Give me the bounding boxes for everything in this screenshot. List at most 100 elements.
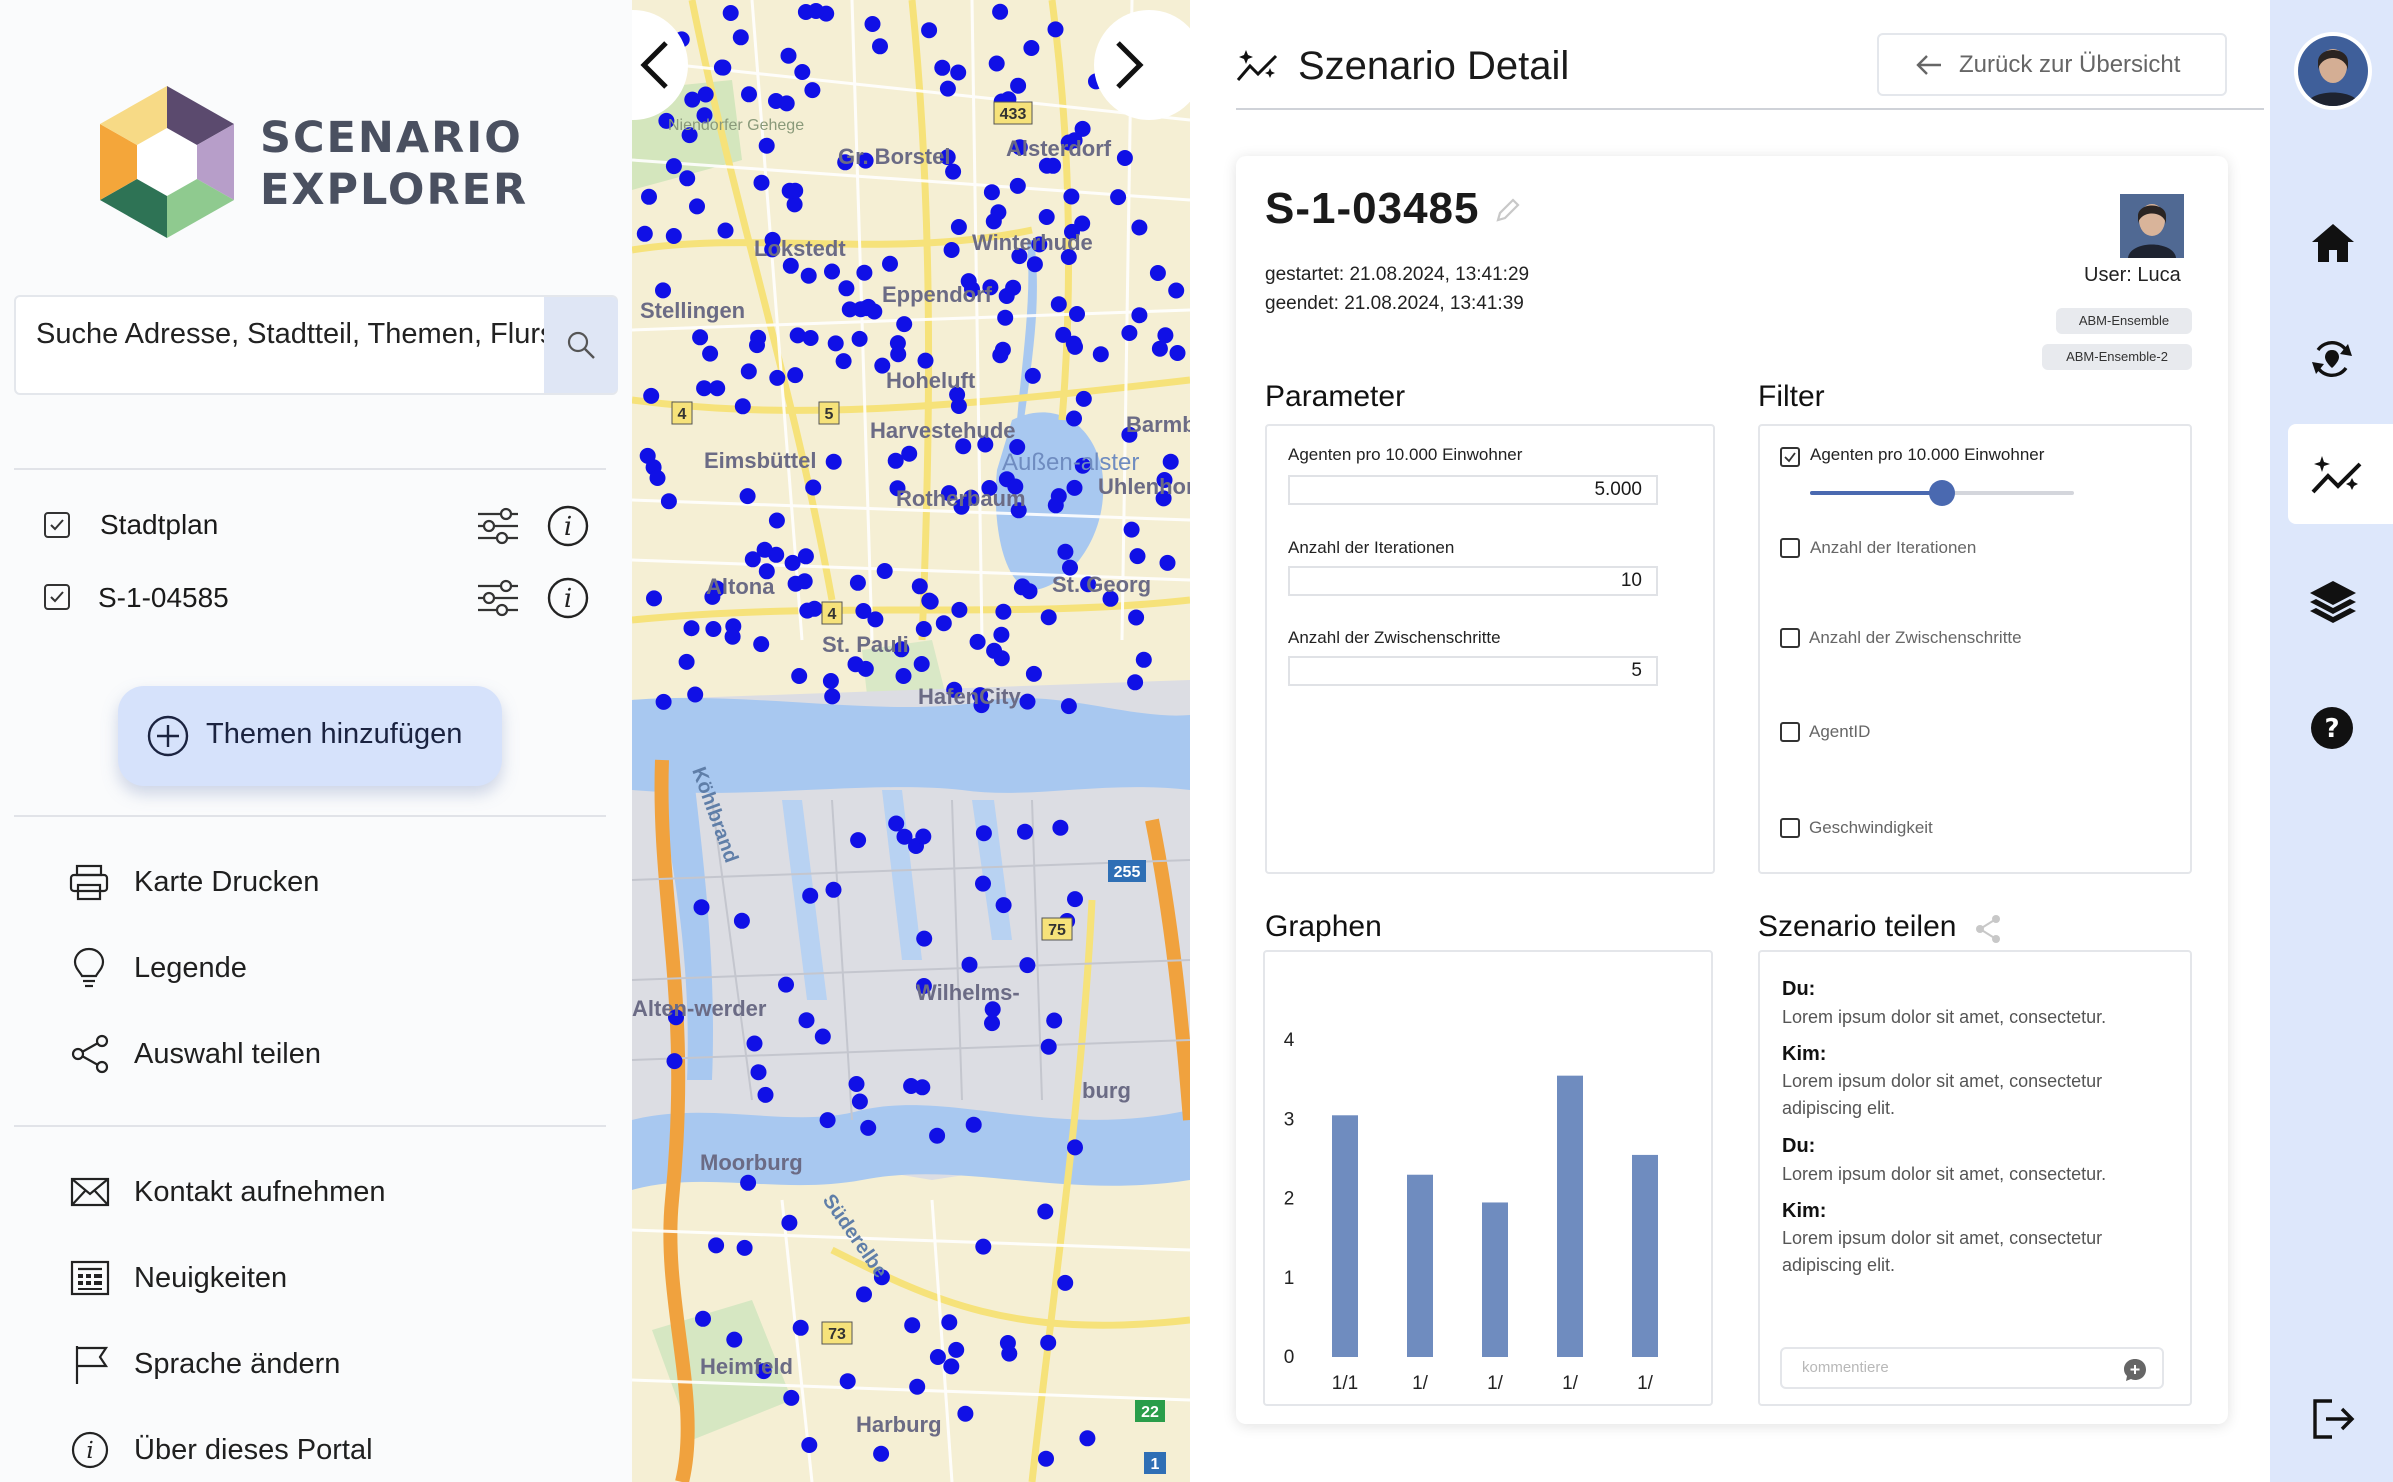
edit-pencil-icon[interactable]: [1494, 196, 1522, 224]
menu-item-share[interactable]: Auswahl teilen: [68, 1032, 588, 1080]
map-agent-point: [835, 353, 852, 370]
map-agent-point: [722, 5, 739, 21]
scenario-cycle-icon[interactable]: [2310, 336, 2354, 382]
filter-checkbox-speed[interactable]: [1780, 818, 1800, 838]
filter-label: AgentID: [1809, 722, 1871, 741]
map-view[interactable]: 433 4 5 4 75 255 73 22 1 Gr. Borstel Als…: [632, 0, 1190, 1482]
envelope-icon: [70, 1177, 110, 1207]
map-agent-point: [1067, 338, 1083, 355]
menu-item-news[interactable]: Neuigkeiten: [68, 1256, 588, 1304]
map-agent-point: [1060, 698, 1077, 715]
chevron-left-icon: [640, 41, 668, 89]
menu-item-about[interactable]: i Über dieses Portal: [68, 1428, 588, 1476]
menu-item-print[interactable]: Karte Drucken: [68, 860, 588, 908]
menu-item-label: Neuigkeiten: [134, 1262, 288, 1294]
map-agent-point: [1129, 548, 1146, 565]
add-topics-button[interactable]: Themen hinzufügen: [118, 686, 502, 786]
map-agent-point: [1025, 665, 1042, 682]
layers-icon[interactable]: [2308, 578, 2358, 628]
map-agent-point: [890, 346, 907, 363]
map-agent-point: [951, 601, 968, 618]
map-label: Niendorfer Gehege: [668, 117, 804, 134]
layer-checkbox[interactable]: [44, 584, 70, 610]
map-agent-point: [641, 188, 657, 205]
logout-icon[interactable]: [2312, 1398, 2356, 1440]
map-agent-point: [804, 82, 821, 99]
map-agent-point: [983, 184, 1000, 201]
map-label: Eppendorf: [882, 282, 993, 307]
comment-add-icon[interactable]: [2122, 1357, 2148, 1383]
flag-icon: [75, 1346, 109, 1384]
info-icon[interactable]: i: [546, 504, 590, 548]
map-agent-point: [1092, 346, 1109, 363]
graphs-title: Graphen: [1265, 910, 1382, 943]
bar-chart: 0 1 2 3 4 1/1 1/1/1/1/: [1284, 1030, 1658, 1394]
road-plate: 4: [678, 406, 687, 423]
map-agent-point: [975, 875, 991, 892]
menu-item-legend[interactable]: Legende: [68, 946, 588, 994]
map-agent-point: [1040, 1038, 1057, 1055]
filter-checkbox-agentid[interactable]: [1780, 722, 1800, 742]
search-input-value[interactable]: Suche Adresse, Stadtteil, Themen, Flurs: [36, 318, 546, 351]
share-icon[interactable]: [1974, 914, 2002, 944]
layer-checkbox[interactable]: [44, 512, 70, 538]
map-agent-point: [1110, 189, 1127, 206]
home-icon[interactable]: [2310, 222, 2356, 264]
x-tick-label: 1/1: [1332, 1373, 1358, 1394]
chat-author: Kim:: [1782, 1200, 1827, 1222]
map-label: St. Georg: [1052, 572, 1151, 597]
map-agent-point: [733, 912, 750, 929]
map-label: Hoheluft: [886, 368, 976, 393]
filter-checkbox-steps[interactable]: [1780, 628, 1800, 648]
map-agent-point: [697, 86, 714, 103]
chat-author: Du:: [1782, 1135, 1816, 1157]
parameter-agents-input[interactable]: 5.000: [1288, 475, 1658, 505]
menu-item-language[interactable]: Sprache ändern: [68, 1342, 588, 1390]
map-agent-point: [1057, 543, 1074, 560]
filter-checkbox-iterations[interactable]: [1780, 538, 1800, 558]
profile-avatar[interactable]: [2294, 32, 2372, 110]
map-agent-point: [787, 367, 804, 384]
map-agent-point: [975, 825, 992, 842]
map-agent-point: [726, 1331, 743, 1348]
map-agent-point: [1001, 1345, 1018, 1362]
layer-label: S-1-04585: [98, 582, 229, 613]
map-agent-point: [975, 1238, 992, 1255]
map-agent-point: [705, 621, 722, 637]
menu-item-contact[interactable]: Kontakt aufnehmen: [68, 1170, 588, 1218]
comment-input[interactable]: kommentiere: [1780, 1347, 2164, 1389]
map-agent-point: [914, 1079, 931, 1096]
map-agent-point: [746, 1035, 763, 1052]
back-to-overview-button[interactable]: Zurück zur Übersicht: [1877, 33, 2227, 96]
help-icon[interactable]: ?: [2310, 706, 2354, 750]
map-agent-point: [655, 282, 671, 299]
map-agent-point: [1009, 177, 1026, 194]
map-agent-point: [896, 316, 913, 333]
map-canvas[interactable]: 433 4 5 4 75 255 73 22 1 Gr. Borstel Als…: [632, 0, 1190, 1482]
parameter-steps-input[interactable]: 5: [1288, 656, 1658, 686]
road-plate: 22: [1141, 1404, 1159, 1421]
map-agent-point: [1050, 488, 1067, 505]
map-agent-point: [732, 29, 749, 46]
map-agent-point: [864, 16, 881, 32]
settings-sliders-icon[interactable]: [476, 506, 520, 546]
nav-item-analytics-active[interactable]: [2288, 424, 2393, 524]
map-agent-point: [822, 673, 839, 689]
map-agent-point: [1019, 957, 1036, 974]
search-button[interactable]: [544, 297, 618, 393]
map-agent-point: [849, 574, 866, 591]
map-agent-point: [882, 255, 898, 272]
map-agent-point: [873, 1445, 890, 1462]
chat-message: Lorem ipsum dolor sit amet, consectetur …: [1782, 1071, 2103, 1118]
map-agent-point: [904, 1317, 921, 1334]
map-agent-point: [1010, 77, 1027, 94]
x-tick-label: 1/: [1562, 1373, 1579, 1394]
y-tick-label: 0: [1284, 1347, 1295, 1368]
settings-sliders-icon[interactable]: [476, 578, 520, 618]
filter-slider-handle[interactable]: [1929, 480, 1955, 506]
map-agent-point: [860, 1119, 877, 1136]
map-agent-point: [781, 182, 798, 199]
parameter-iterations-input[interactable]: 10: [1288, 566, 1658, 596]
filter-checkbox-agents[interactable]: [1780, 447, 1800, 467]
info-icon[interactable]: i: [546, 576, 590, 620]
